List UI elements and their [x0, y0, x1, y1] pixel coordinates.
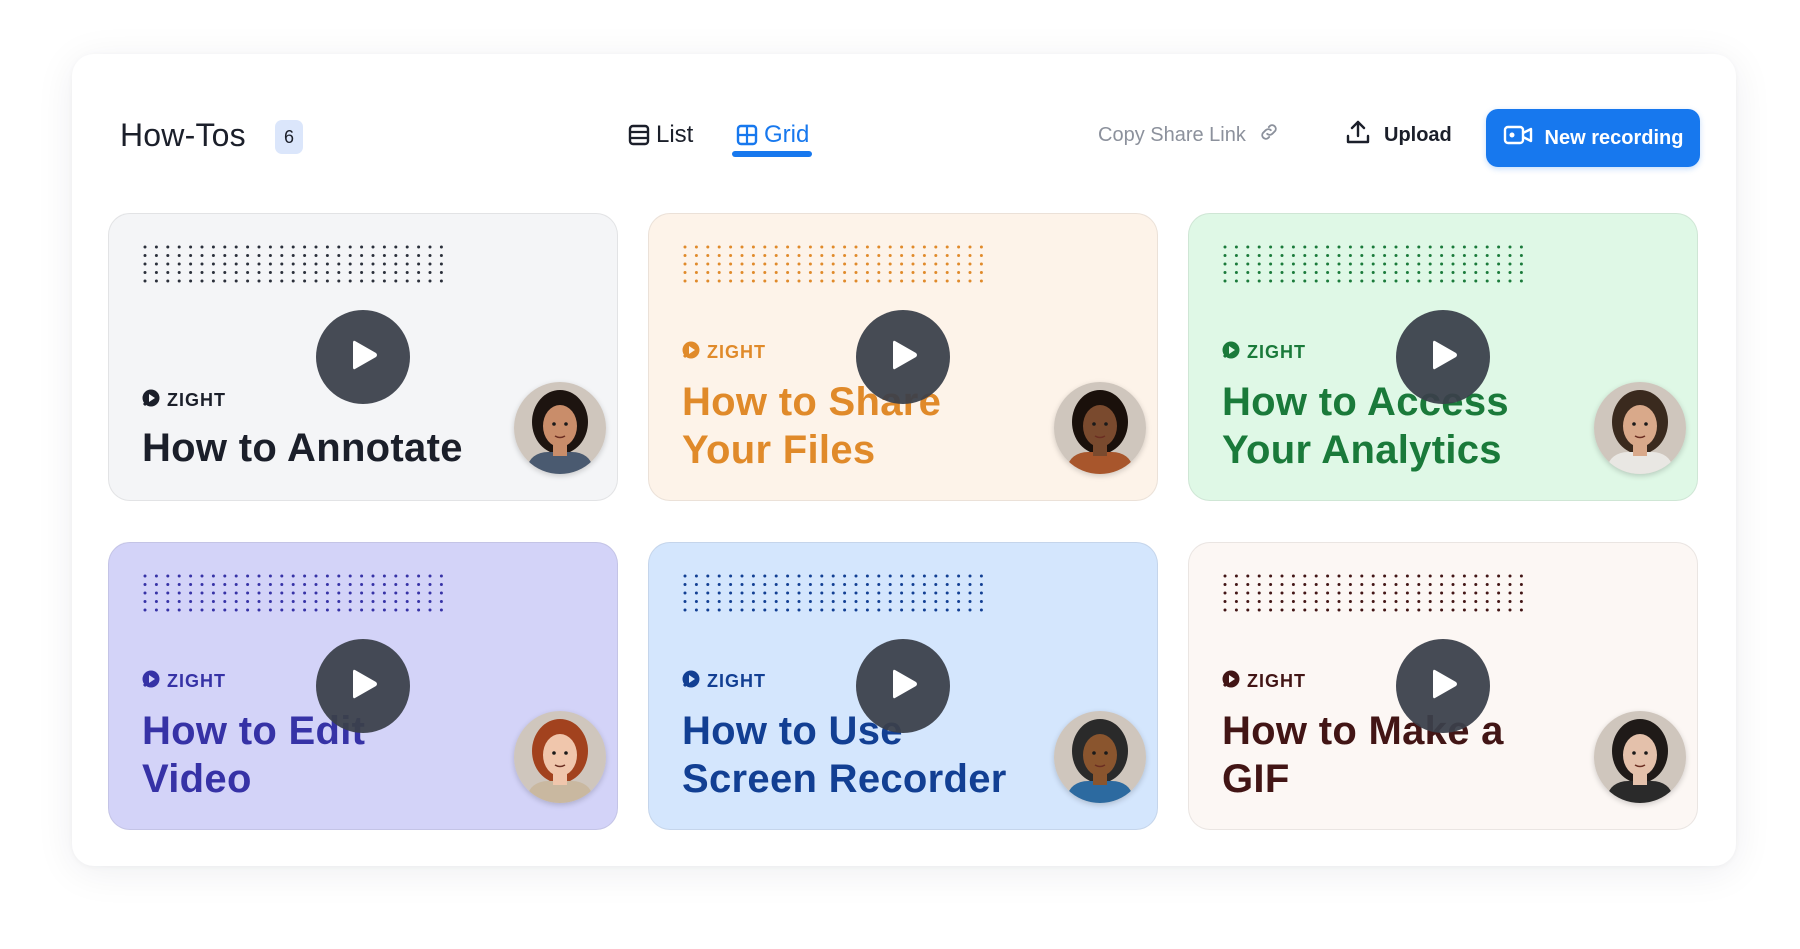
zight-logo-icon — [141, 388, 161, 413]
library-header: How-Tos 6 List Grid Copy Share Link Uplo… — [72, 54, 1736, 224]
zight-logo-icon — [141, 669, 161, 694]
copy-share-link-button[interactable]: Copy Share Link — [1098, 121, 1280, 149]
play-button[interactable] — [316, 310, 410, 404]
avatar-portrait — [514, 711, 606, 803]
dot-pattern — [683, 574, 983, 612]
avatar-portrait — [1054, 382, 1146, 474]
upload-icon — [1344, 118, 1372, 152]
view-grid-tab[interactable]: Grid — [736, 117, 809, 153]
play-icon — [1423, 664, 1463, 709]
presenter-avatar — [1054, 382, 1146, 474]
new-recording-label: New recording — [1544, 126, 1684, 149]
dot-pattern — [1223, 574, 1523, 612]
play-icon — [883, 664, 923, 709]
video-title-line-2: Your Files — [682, 428, 876, 472]
play-icon — [883, 335, 923, 380]
upload-button[interactable]: Upload — [1344, 118, 1452, 152]
presenter-avatar — [514, 382, 606, 474]
zight-logo-icon — [1221, 669, 1241, 694]
active-tab-indicator — [732, 151, 812, 157]
zight-logo-icon — [681, 669, 701, 694]
zight-logo: ZIGHT — [681, 340, 766, 365]
avatar-portrait — [1054, 711, 1146, 803]
play-button[interactable] — [856, 310, 950, 404]
list-icon — [628, 124, 650, 146]
brand-name: ZIGHT — [1247, 342, 1306, 362]
presenter-avatar — [1054, 711, 1146, 803]
view-list-tab[interactable]: List — [628, 117, 693, 153]
play-icon — [343, 664, 383, 709]
avatar-portrait — [1594, 382, 1686, 474]
zight-logo: ZIGHT — [1221, 669, 1306, 694]
play-button[interactable] — [856, 639, 950, 733]
dot-pattern — [683, 245, 983, 283]
view-list-label: List — [656, 121, 694, 148]
video-card[interactable]: ZIGHT How to Access Your Analytics — [1188, 213, 1698, 501]
dot-pattern — [143, 245, 443, 283]
brand-name: ZIGHT — [707, 342, 766, 362]
library-panel: How-Tos 6 List Grid Copy Share Link Uplo… — [72, 54, 1736, 866]
video-card[interactable]: ZIGHT How to Use Screen Recorder — [648, 542, 1158, 830]
play-icon — [343, 335, 383, 380]
zight-logo-icon — [681, 340, 701, 365]
video-card[interactable]: ZIGHT How to Annotate — [108, 213, 618, 501]
dot-pattern — [1223, 245, 1523, 283]
video-title: How to Annotate — [142, 424, 542, 472]
zight-logo: ZIGHT — [1221, 340, 1306, 365]
avatar-portrait — [514, 382, 606, 474]
video-count-badge: 6 — [275, 120, 303, 154]
video-title-line-1: How to Annotate — [142, 426, 463, 470]
upload-label: Upload — [1384, 123, 1452, 146]
brand-name: ZIGHT — [707, 671, 766, 691]
zight-logo: ZIGHT — [141, 669, 226, 694]
copy-share-link-label: Copy Share Link — [1098, 123, 1246, 146]
play-button[interactable] — [1396, 639, 1490, 733]
video-title-line-2: Video — [142, 757, 252, 801]
avatar-portrait — [1594, 711, 1686, 803]
presenter-avatar — [1594, 382, 1686, 474]
link-icon — [1258, 121, 1280, 149]
video-card[interactable]: ZIGHT How to Edit Video — [108, 542, 618, 830]
page-title: How-Tos — [120, 117, 246, 153]
dot-pattern — [143, 574, 443, 612]
grid-icon — [736, 124, 758, 146]
video-card[interactable]: ZIGHT How to Share Your Files — [648, 213, 1158, 501]
presenter-avatar — [1594, 711, 1686, 803]
video-title-line-2: Screen Recorder — [682, 757, 1007, 801]
zight-logo: ZIGHT — [681, 669, 766, 694]
view-grid-label: Grid — [764, 121, 810, 148]
video-title-line-2: Your Analytics — [1222, 428, 1502, 472]
zight-logo: ZIGHT — [141, 388, 226, 413]
play-button[interactable] — [1396, 310, 1490, 404]
new-recording-button[interactable]: New recording — [1486, 109, 1700, 167]
brand-name: ZIGHT — [1247, 671, 1306, 691]
video-title-line-2: GIF — [1222, 757, 1290, 801]
video-camera-icon — [1503, 124, 1533, 152]
brand-name: ZIGHT — [167, 390, 226, 410]
play-icon — [1423, 335, 1463, 380]
zight-logo-icon — [1221, 340, 1241, 365]
play-button[interactable] — [316, 639, 410, 733]
presenter-avatar — [514, 711, 606, 803]
video-card[interactable]: ZIGHT How to Make a GIF — [1188, 542, 1698, 830]
brand-name: ZIGHT — [167, 671, 226, 691]
